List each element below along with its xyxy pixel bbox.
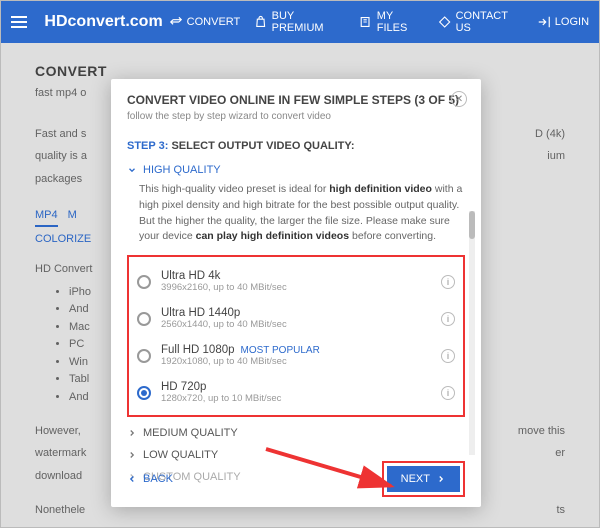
option-label: HD 720p — [161, 381, 281, 393]
bag-icon — [254, 15, 267, 29]
option-label: Ultra HD 1440p — [161, 307, 287, 319]
wizard-modal: CONVERT VIDEO ONLINE IN FEW SIMPLE STEPS… — [111, 79, 481, 507]
app-header: HDconvert.com CONVERT BUY PREMIUM MY FIL… — [1, 1, 599, 43]
swap-icon — [169, 15, 183, 29]
close-icon[interactable]: ✕ — [451, 91, 467, 107]
section-medium-quality[interactable]: MEDIUM QUALITY — [127, 427, 465, 439]
hamburger-icon[interactable] — [11, 11, 32, 33]
info-icon[interactable]: i — [441, 349, 455, 363]
top-nav: CONVERT BUY PREMIUM MY FILES CONTACT US … — [169, 10, 589, 34]
login-icon — [537, 15, 551, 29]
option-detail: 2560x1440, up to 40 MBit/sec — [161, 319, 287, 330]
quality-options-highlight: Ultra HD 4k 3996x2160, up to 40 MBit/sec… — [127, 255, 465, 417]
brand-logo[interactable]: HDconvert.com — [44, 13, 162, 31]
info-icon[interactable]: i — [441, 275, 455, 289]
nav-convert[interactable]: CONVERT — [169, 15, 241, 29]
radio-icon[interactable] — [137, 386, 151, 400]
section-description: This high-quality video preset is ideal … — [127, 182, 465, 251]
nav-my-files[interactable]: MY FILES — [359, 10, 424, 34]
chevron-right-icon — [127, 450, 137, 460]
next-button-highlight: NEXT — [382, 461, 465, 497]
modal-footer: BACK NEXT — [127, 461, 465, 497]
section-high-quality: HIGH QUALITY This high-quality video pre… — [127, 164, 465, 417]
info-icon[interactable]: i — [441, 386, 455, 400]
section-header-high-quality[interactable]: HIGH QUALITY — [127, 164, 465, 176]
option-detail: 3996x2160, up to 40 MBit/sec — [161, 282, 287, 293]
chevron-left-icon — [127, 474, 137, 484]
files-icon — [359, 15, 372, 29]
option-detail: 1280x720, up to 10 MBit/sec — [161, 393, 281, 404]
radio-icon[interactable] — [137, 312, 151, 326]
modal-title: CONVERT VIDEO ONLINE IN FEW SIMPLE STEPS… — [127, 93, 465, 107]
next-button[interactable]: NEXT — [387, 466, 460, 492]
chevron-right-icon — [436, 474, 446, 484]
chevron-down-icon — [127, 165, 137, 175]
back-button[interactable]: BACK — [127, 473, 173, 485]
chevron-right-icon — [127, 428, 137, 438]
option-hd-720p[interactable]: HD 720p 1280x720, up to 10 MBit/sec i — [133, 374, 459, 411]
option-ultra-hd-1440p[interactable]: Ultra HD 1440p 2560x1440, up to 40 MBit/… — [133, 300, 459, 337]
option-ultra-hd-4k[interactable]: Ultra HD 4k 3996x2160, up to 40 MBit/sec… — [133, 263, 459, 300]
option-full-hd-1080p[interactable]: Full HD 1080pMOST POPULAR 1920x1080, up … — [133, 337, 459, 374]
section-low-quality[interactable]: LOW QUALITY — [127, 449, 465, 461]
diamond-icon — [438, 15, 451, 29]
nav-login[interactable]: LOGIN — [537, 15, 589, 29]
info-icon[interactable]: i — [441, 312, 455, 326]
option-label: Full HD 1080pMOST POPULAR — [161, 344, 320, 356]
radio-icon[interactable] — [137, 349, 151, 363]
step-indicator: STEP 3: SELECT OUTPUT VIDEO QUALITY: — [127, 140, 465, 152]
modal-subtitle: follow the step by step wizard to conver… — [127, 111, 465, 122]
scrollbar-thumb[interactable] — [469, 211, 475, 239]
most-popular-badge: MOST POPULAR — [241, 345, 320, 356]
radio-icon[interactable] — [137, 275, 151, 289]
nav-contact[interactable]: CONTACT US — [438, 10, 523, 34]
option-label: Ultra HD 4k — [161, 270, 287, 282]
scrollbar[interactable] — [469, 211, 475, 455]
option-detail: 1920x1080, up to 40 MBit/sec — [161, 356, 320, 367]
nav-buy-premium[interactable]: BUY PREMIUM — [254, 10, 345, 34]
